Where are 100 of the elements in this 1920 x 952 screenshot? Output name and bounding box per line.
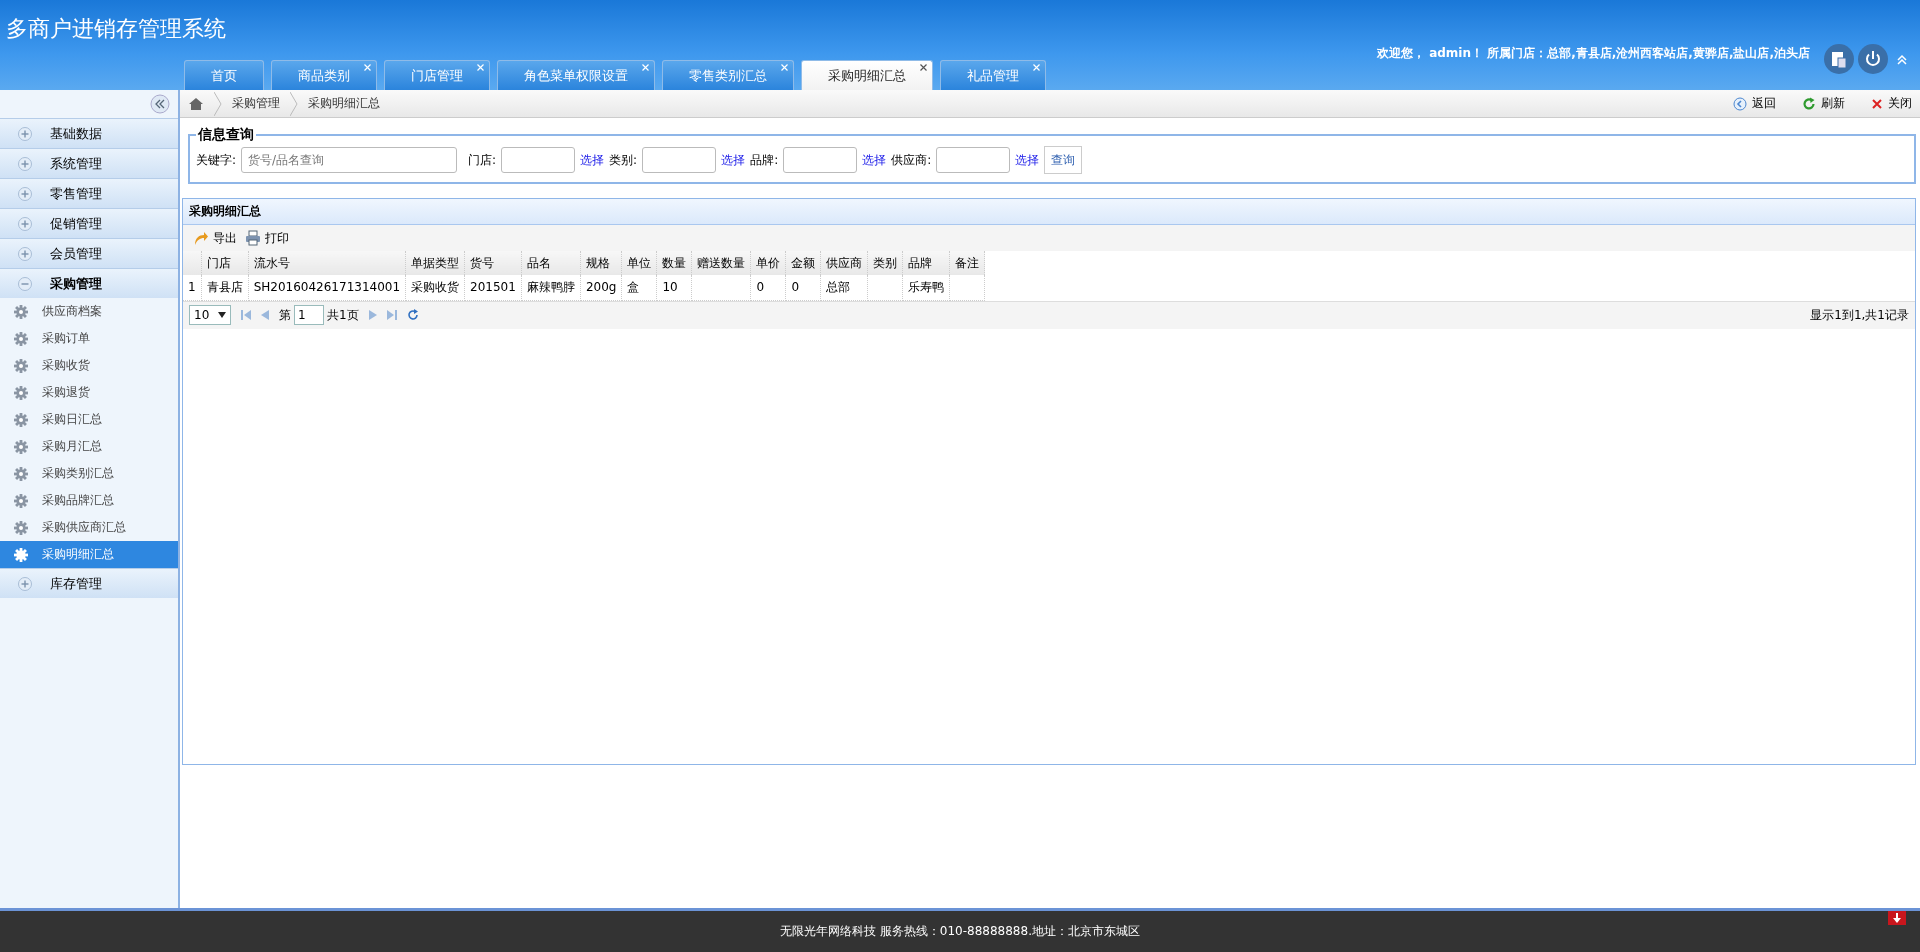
field-label: 品牌: <box>750 151 779 169</box>
plus-icon <box>18 576 32 591</box>
clipboard-icon[interactable] <box>1824 44 1854 74</box>
menu-item[interactable]: 采购明细汇总 <box>0 541 178 568</box>
column-header[interactable]: 赠送数量 <box>691 251 751 275</box>
menu-group[interactable]: 系统管理 <box>0 148 178 178</box>
column-header[interactable]: 类别 <box>867 251 903 275</box>
column-header[interactable]: 规格 <box>580 251 622 275</box>
menu-group[interactable]: 基础数据 <box>0 118 178 148</box>
search-button[interactable]: 查询 <box>1044 146 1083 174</box>
close-icon <box>1871 97 1883 110</box>
power-icon[interactable] <box>1858 44 1888 74</box>
input-field[interactable] <box>501 147 576 173</box>
page-field[interactable]: 1 <box>294 305 324 325</box>
column-header[interactable]: 品名 <box>521 251 581 275</box>
refresh-icon[interactable] <box>406 309 419 321</box>
page-total: 共1页 <box>327 306 359 324</box>
plus-icon <box>18 246 32 261</box>
menu-group[interactable]: 促销管理 <box>0 208 178 238</box>
gear-icon <box>14 547 28 562</box>
table-cell: 乐寿鸭 <box>902 275 950 300</box>
panel-title: 采购明细汇总 <box>183 199 1915 225</box>
table-cell <box>867 275 903 300</box>
arrow-icon <box>193 230 209 246</box>
app-title: 多商户进销存管理系统 <box>5 15 227 43</box>
table-cell: 10 <box>656 275 692 300</box>
gear-icon <box>14 385 28 400</box>
table-cell: 200g <box>580 275 622 300</box>
keyword-field[interactable]: 货号/品名查询 <box>241 147 458 173</box>
column-header[interactable]: 单据类型 <box>405 251 465 275</box>
chevron-icon <box>214 91 222 116</box>
plus-icon <box>18 216 32 231</box>
table-cell: 0 <box>785 275 821 300</box>
menu-item[interactable]: 采购收货 <box>0 352 178 379</box>
menu-item[interactable]: 采购类别汇总 <box>0 460 178 487</box>
tab[interactable]: 采购明细汇总 <box>801 60 933 90</box>
column-header[interactable]: 单位 <box>621 251 657 275</box>
menu-item[interactable]: 采购月汇总 <box>0 433 178 460</box>
menu-item[interactable]: 采购供应商汇总 <box>0 514 178 541</box>
back-button[interactable]: 返回 <box>1733 95 1776 112</box>
next-page-icon[interactable] <box>368 310 377 320</box>
back-icon <box>1733 96 1747 111</box>
menu-item[interactable]: 供应商档案 <box>0 298 178 325</box>
collapse-icon[interactable] <box>150 94 170 114</box>
previous-page-icon[interactable] <box>261 310 269 320</box>
refresh-button[interactable]: 刷新 <box>1802 95 1845 112</box>
column-header[interactable]: 流水号 <box>248 251 406 275</box>
select-link[interactable]: 选择 <box>580 151 605 169</box>
page-label: 第 <box>279 306 291 324</box>
print-button[interactable]: 打印 <box>245 229 289 247</box>
menu-item[interactable]: 采购订单 <box>0 325 178 352</box>
menu-item[interactable]: 采购日汇总 <box>0 406 178 433</box>
last-page-icon[interactable] <box>386 310 397 320</box>
column-header[interactable]: 货号 <box>464 251 522 275</box>
breadcrumb-item[interactable]: 采购管理 <box>232 95 280 112</box>
menu-group[interactable]: 采购管理 <box>0 268 178 298</box>
refresh-icon <box>1802 96 1816 111</box>
input-field[interactable] <box>783 147 858 173</box>
close-icon[interactable] <box>920 64 927 71</box>
home-icon[interactable] <box>188 96 204 111</box>
menu-group[interactable]: 库存管理 <box>0 568 178 598</box>
field-label: 供应商: <box>891 151 932 169</box>
input-field[interactable] <box>936 147 1011 173</box>
column-header[interactable]: 门店 <box>201 251 249 275</box>
plus-icon <box>18 186 32 201</box>
menu-item[interactable]: 采购退货 <box>0 379 178 406</box>
gear-icon <box>14 358 28 373</box>
column-header[interactable]: 金额 <box>785 251 821 275</box>
menu-group[interactable]: 会员管理 <box>0 238 178 268</box>
select-link[interactable]: 选择 <box>1015 151 1040 169</box>
gear-icon <box>14 466 28 481</box>
column-header[interactable]: 数量 <box>656 251 692 275</box>
plus-icon <box>18 126 32 141</box>
first-page-icon[interactable] <box>241 310 251 320</box>
menu-group[interactable]: 零售管理 <box>0 178 178 208</box>
page-size-select[interactable]: 10 <box>189 305 231 325</box>
plus-icon <box>18 156 32 171</box>
table-cell <box>691 275 751 300</box>
input-field[interactable] <box>642 147 717 173</box>
column-header[interactable]: 品牌 <box>902 251 950 275</box>
gear-icon <box>14 304 28 319</box>
table-cell: 青县店 <box>201 275 249 300</box>
column-header[interactable]: 单价 <box>750 251 786 275</box>
query-legend: 信息查询 <box>196 126 256 144</box>
column-header[interactable]: 供应商 <box>820 251 868 275</box>
footer-text: 无限光年网络科技 服务热线：010-88888888.地址：北京市东城区 <box>780 923 1140 940</box>
table-cell: 201501 <box>464 275 522 300</box>
select-link[interactable]: 选择 <box>862 151 887 169</box>
select-link[interactable]: 选择 <box>721 151 746 169</box>
gear-icon <box>14 520 28 535</box>
record-summary: 显示1到1,共1记录 <box>1810 306 1909 324</box>
export-button[interactable]: 导出 <box>193 229 237 247</box>
column-header[interactable]: 备注 <box>949 251 985 275</box>
breadcrumb-item: 采购明细汇总 <box>308 95 380 112</box>
close-button[interactable]: 关闭 <box>1871 95 1912 112</box>
table-cell: 采购收货 <box>405 275 465 300</box>
table-cell: 麻辣鸭脖 <box>521 275 581 300</box>
table-cell: 总部 <box>820 275 868 300</box>
table-cell: 0 <box>750 275 786 300</box>
menu-item[interactable]: 采购品牌汇总 <box>0 487 178 514</box>
